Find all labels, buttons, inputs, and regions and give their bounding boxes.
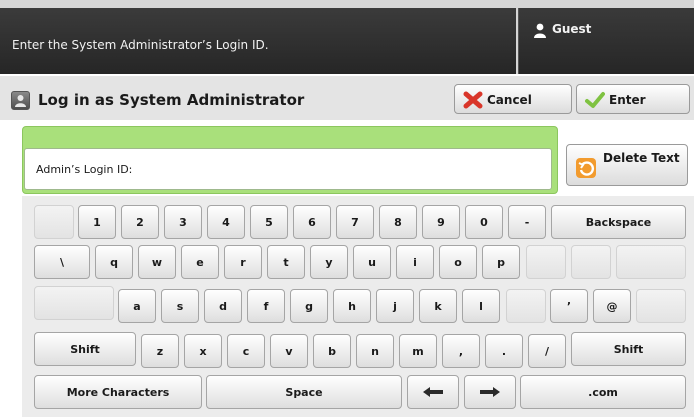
key-0[interactable]: 0 (465, 205, 503, 239)
right-arrow-key[interactable] (464, 375, 516, 409)
space-key[interactable]: Space (206, 375, 402, 409)
key-4[interactable]: 4 (207, 205, 245, 239)
key-at[interactable]: @ (593, 289, 631, 323)
key-slash[interactable]: / (528, 334, 566, 368)
instruction-message: Enter the System Administrator’s Login I… (12, 38, 269, 52)
keyboard-blank-key (34, 286, 114, 320)
enter-label: Enter (609, 93, 646, 107)
right-arrow-icon (480, 387, 500, 397)
key-9[interactable]: 9 (422, 205, 460, 239)
key-7[interactable]: 7 (336, 205, 374, 239)
key-m[interactable]: m (399, 334, 437, 368)
keyboard-blank-key (571, 245, 611, 279)
keyboard-blank-key (526, 245, 566, 279)
keyboard-blank-key (616, 245, 686, 279)
left-arrow-key[interactable] (407, 375, 459, 409)
key-g[interactable]: g (290, 289, 328, 323)
key-n[interactable]: n (356, 334, 394, 368)
cancel-label: Cancel (487, 93, 532, 107)
key-w[interactable]: w (138, 245, 176, 279)
login-id-field[interactable]: Admin’s Login ID: (24, 148, 552, 190)
shift-right-key[interactable]: Shift (571, 332, 686, 366)
user-account-button[interactable]: Guest (518, 8, 694, 74)
login-id-label: Admin’s Login ID: (36, 163, 133, 176)
key-8[interactable]: 8 (379, 205, 417, 239)
key-x[interactable]: x (184, 334, 222, 368)
shift-left-key[interactable]: Shift (34, 332, 136, 366)
key-l[interactable]: l (462, 289, 500, 323)
key-e[interactable]: e (181, 245, 219, 279)
key-z[interactable]: z (141, 334, 179, 368)
message-bar: Enter the System Administrator’s Login I… (0, 8, 516, 74)
keyboard-blank-key (506, 289, 546, 323)
key-1[interactable]: 1 (78, 205, 116, 239)
cancel-button[interactable]: Cancel (454, 84, 572, 114)
key-o[interactable]: o (439, 245, 477, 279)
key-5[interactable]: 5 (250, 205, 288, 239)
keyboard-blank-key (34, 205, 74, 239)
left-arrow-icon (423, 387, 443, 397)
key-r[interactable]: r (224, 245, 262, 279)
key-3[interactable]: 3 (164, 205, 202, 239)
key-h[interactable]: h (333, 289, 371, 323)
backspace-key[interactable]: Backspace (551, 205, 686, 239)
key-k[interactable]: k (419, 289, 457, 323)
delete-text-label: Delete Text (603, 151, 680, 165)
key-f[interactable]: f (247, 289, 285, 323)
key-t[interactable]: t (267, 245, 305, 279)
key-u[interactable]: u (353, 245, 391, 279)
page-title: Log in as System Administrator (38, 91, 305, 109)
user-name: Guest (552, 22, 592, 36)
key-a[interactable]: a (118, 289, 156, 323)
admin-icon-glyph (15, 95, 26, 107)
key-q[interactable]: q (95, 245, 133, 279)
key-p[interactable]: p (482, 245, 520, 279)
enter-button[interactable]: Enter (576, 84, 690, 114)
key-d[interactable]: d (204, 289, 242, 323)
dotcom-key[interactable]: .com (520, 375, 686, 409)
cancel-x-icon (463, 91, 483, 109)
key-v[interactable]: v (270, 334, 308, 368)
delete-text-button[interactable]: Delete Text (566, 144, 688, 186)
keyboard-blank-key (636, 289, 686, 323)
key-6[interactable]: 6 (293, 205, 331, 239)
key-hyphen[interactable]: - (508, 205, 546, 239)
key-apostrophe[interactable]: ’ (550, 289, 588, 323)
key-period[interactable]: . (485, 334, 523, 368)
key-comma[interactable]: , (442, 334, 480, 368)
admin-icon (11, 91, 30, 110)
key-i[interactable]: i (396, 245, 434, 279)
key-2[interactable]: 2 (121, 205, 159, 239)
checkmark-icon (585, 92, 605, 108)
key-j[interactable]: j (376, 289, 414, 323)
key-b[interactable]: b (313, 334, 351, 368)
key-c[interactable]: c (227, 334, 265, 368)
key-s[interactable]: s (161, 289, 199, 323)
more-characters-button[interactable]: More Characters (34, 375, 202, 409)
delete-text-icon (576, 158, 596, 178)
key-backslash[interactable]: \ (34, 245, 90, 279)
key-y[interactable]: y (310, 245, 348, 279)
user-icon (534, 23, 546, 38)
